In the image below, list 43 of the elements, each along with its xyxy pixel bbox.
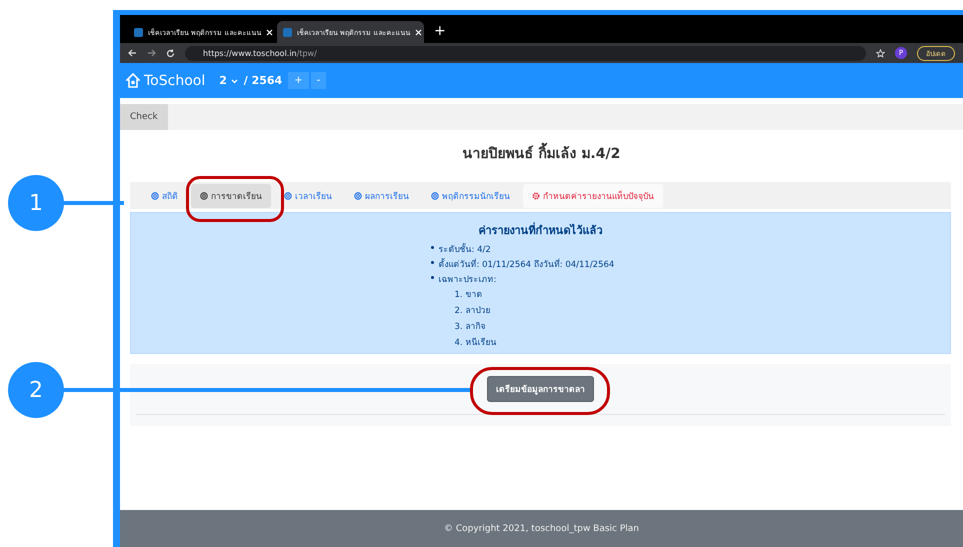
bullet-icon	[430, 276, 434, 279]
brand-name[interactable]: ToSchool	[144, 72, 206, 88]
address-field[interactable]: https://www.toschool.in/tpw/	[185, 46, 866, 60]
callout-number: 1	[8, 175, 64, 231]
new-tab-button[interactable]: +	[434, 23, 446, 39]
gear-icon	[532, 192, 540, 200]
prepare-data-button[interactable]: เตรียมข้อมูลการขาดลา	[487, 376, 594, 402]
year-text: / 2564	[244, 74, 282, 87]
type-item: 2. ลาป่วย	[454, 305, 492, 317]
callout-number: 2	[8, 362, 64, 418]
target-icon	[354, 192, 362, 200]
star-icon[interactable]	[876, 48, 885, 58]
report-item: เฉพาะประเภท:	[438, 274, 496, 286]
year-step-button[interactable]: +	[288, 72, 309, 89]
section-tab[interactable]: สถิติ	[142, 184, 187, 208]
close-icon[interactable]	[266, 28, 274, 36]
term-dropdown[interactable]: 2	[219, 74, 238, 87]
bullet-icon	[430, 261, 434, 264]
back-icon[interactable]	[128, 49, 137, 57]
year-step-button[interactable]: -	[310, 72, 326, 89]
student-name: นายปิยพนธ์ กิ้มเล้ง ม.4/2	[120, 142, 963, 164]
caret-icon	[230, 79, 238, 84]
reload-icon[interactable]	[166, 48, 175, 58]
section-tab[interactable]: ผลการเรียน	[345, 184, 418, 208]
section-tab[interactable]: พฤติกรรมนักเรียน	[422, 184, 519, 208]
footer-text: © Copyright 2021, toschool_tpw Basic Plan	[120, 510, 963, 547]
forward-icon[interactable]	[147, 49, 156, 57]
target-icon	[151, 192, 159, 200]
type-item: 4. หนีเรียน	[454, 336, 498, 349]
panel-title: ค่ารายงานที่กำหนดไว้แล้ว	[478, 221, 602, 239]
bullet-icon	[430, 246, 434, 249]
report-item: ตั้งแต่วันที่: 01/11/2564 ถึงวันที่: 04/11/2564	[438, 257, 614, 271]
section-tab[interactable]: เวลาเรียน	[275, 184, 341, 208]
section-tab[interactable]: การขาดเรียน	[191, 184, 271, 208]
type-item: 3. ลากิจ	[454, 321, 486, 333]
settings-tab[interactable]: กำหนดค่ารายงานแท็บปัจจุบัน	[523, 184, 663, 208]
target-icon	[431, 192, 439, 200]
report-item: ระดับชั้น: 4/2	[438, 242, 491, 256]
type-item: 1. ขาด	[454, 289, 484, 301]
target-icon	[200, 192, 208, 200]
target-icon	[284, 192, 292, 200]
close-icon[interactable]	[415, 28, 422, 36]
subnav-tab[interactable]: Check	[120, 104, 168, 130]
